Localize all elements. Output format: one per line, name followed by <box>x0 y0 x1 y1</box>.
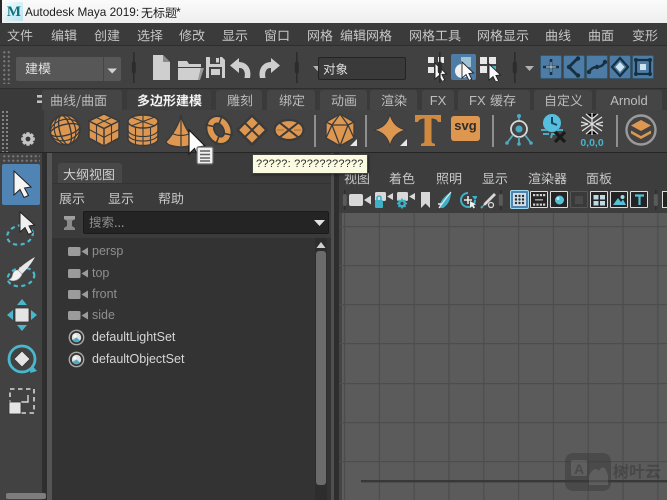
svg-text:0,0,0: 0,0,0 <box>580 137 604 148</box>
svg-text:M: M <box>7 4 21 20</box>
svg-text:A: A <box>574 461 584 477</box>
